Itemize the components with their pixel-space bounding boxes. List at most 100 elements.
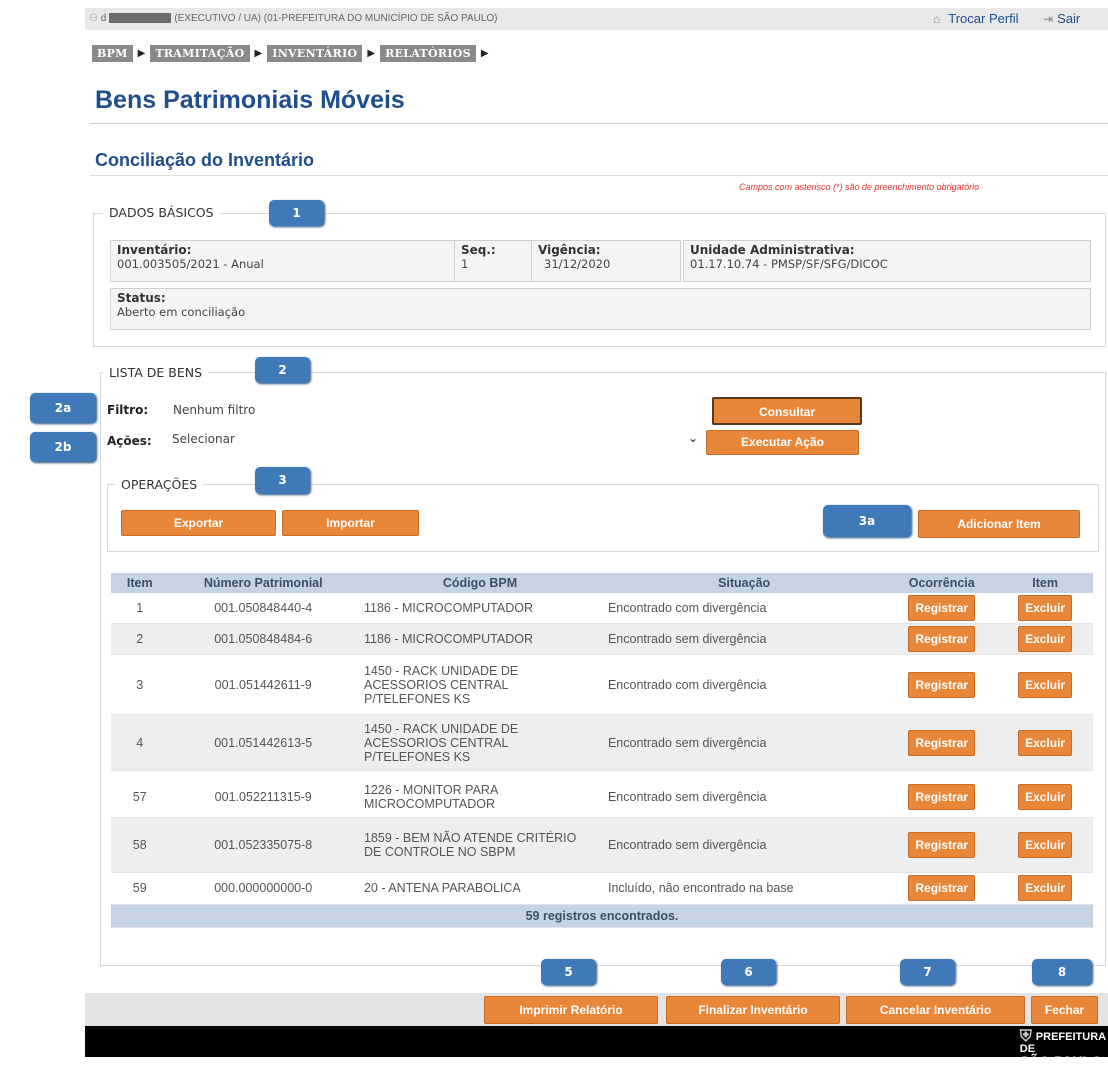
menu-item-bpm[interactable]: BPM: [92, 44, 133, 62]
registrar-button[interactable]: Registrar: [908, 595, 976, 621]
trocar-perfil-link[interactable]: ⌂ Trocar Perfil: [933, 11, 1019, 26]
registrar-button[interactable]: Registrar: [908, 671, 976, 698]
menu-item-relatorios[interactable]: RELATÓRIOS: [380, 44, 476, 62]
fechar-button[interactable]: Fechar: [1031, 996, 1098, 1024]
finalizar-inventario-button[interactable]: Finalizar Inventário: [666, 996, 840, 1024]
registrar-button[interactable]: Registrar: [908, 831, 976, 858]
vigencia-label: Vigência:: [538, 243, 601, 257]
main-menu: BPM ▶ TRAMITAÇÃO ▶ INVENTÁRIO ▶ RELATÓRIOS ▶: [92, 44, 489, 62]
excluir-button[interactable]: Excluir: [1018, 875, 1073, 901]
executar-acao-button[interactable]: Executar Ação: [706, 430, 859, 455]
bens-table: Item Número Patrimonial Código BPM Situa…: [111, 573, 1093, 928]
top-bar: ⚇ d (EXECUTIVO / UA) (01-PREFEITURA DO MU…: [85, 8, 1108, 30]
callout-badge-6: 6: [721, 959, 776, 985]
chevron-down-icon: ⌄: [687, 431, 698, 445]
cell-acao: Excluir: [997, 623, 1093, 655]
menu-arrow-icon: ▶: [480, 47, 489, 59]
redacted-user-name: [109, 13, 172, 24]
excluir-button[interactable]: Excluir: [1018, 783, 1073, 810]
cell-codigo: 1186 - MICROCOMPUTADOR: [357, 593, 602, 624]
excluir-button[interactable]: Excluir: [1018, 729, 1073, 756]
registrar-button[interactable]: Registrar: [908, 626, 976, 652]
table-row: 58 001.052335075-8 1859 - BEM NÃO ATENDE…: [111, 817, 1093, 873]
trocar-perfil-label: Trocar Perfil: [948, 11, 1019, 26]
cell-situacao: Encontrado sem divergência: [601, 714, 887, 771]
user-prefix: d: [100, 13, 107, 24]
user-info: ⚇ d (EXECUTIVO / UA) (01-PREFEITURA DO MU…: [89, 13, 498, 24]
table-row: 57 001.052211315-9 1226 - MONITOR PARA M…: [111, 777, 1093, 818]
footer-bar: [85, 1026, 1108, 1057]
seq-label: Seq.:: [461, 243, 496, 257]
page-title: Bens Patrimoniais Móveis: [95, 86, 405, 114]
menu-item-tramitacao[interactable]: TRAMITAÇÃO: [150, 44, 250, 62]
cell-ocorrencia: Registrar: [886, 623, 998, 655]
cell-acao: Excluir: [997, 872, 1093, 905]
col-header-item-action: Item: [997, 573, 1093, 593]
adicionar-item-button[interactable]: Adicionar Item: [918, 510, 1080, 538]
sair-link[interactable]: ⇥ Sair: [1043, 11, 1080, 26]
callout-badge-3a: 3a: [823, 505, 911, 537]
col-header-ocorrencia: Ocorrência: [886, 573, 998, 593]
cell-numero: 001.052335075-8: [168, 817, 358, 873]
callout-badge-2a: 2a: [30, 393, 96, 423]
user-icon: ⚇: [89, 13, 98, 24]
cell-numero: 000.000000000-0: [168, 872, 358, 905]
menu-arrow-icon: ▶: [367, 47, 376, 59]
vigencia-cell: Vigência: 31/12/2020: [531, 240, 681, 282]
cell-numero: 001.050848440-4: [168, 593, 358, 624]
excluir-button[interactable]: Excluir: [1018, 671, 1073, 698]
cell-item: 2: [111, 623, 169, 655]
registrar-button[interactable]: Registrar: [908, 875, 976, 901]
menu-arrow-icon: ▶: [137, 47, 146, 59]
exportar-button[interactable]: Exportar: [121, 510, 276, 536]
cell-situacao: Encontrado sem divergência: [601, 777, 887, 818]
cell-situacao: Encontrado sem divergência: [601, 623, 887, 655]
inventario-value: 001.003505/2021 - Anual: [117, 257, 264, 271]
excluir-button[interactable]: Excluir: [1018, 831, 1073, 858]
menu-item-inventario[interactable]: INVENTÁRIO: [267, 44, 363, 62]
importar-button[interactable]: Importar: [282, 510, 419, 536]
cell-numero: 001.051442613-5: [168, 714, 358, 771]
seq-cell: Seq.: 1: [454, 240, 538, 282]
unidade-value: 01.17.10.74 - PMSP/SF/SFG/DICOC: [690, 257, 888, 271]
cell-codigo: 1859 - BEM NÃO ATENDE CRITÉRIO DE CONTRO…: [357, 817, 602, 873]
table-header-row: Item Número Patrimonial Código BPM Situa…: [111, 573, 1093, 593]
cell-acao: Excluir: [997, 654, 1093, 715]
prefeitura-logo: ⛨ PREFEITURA DE SÃO PAULO: [1019, 1029, 1108, 1069]
callout-badge-5: 5: [541, 959, 596, 985]
inventario-cell: Inventário: 001.003505/2021 - Anual: [110, 240, 461, 282]
table-row: 59 000.000000000-0 20 - ANTENA PARABOLIC…: [111, 872, 1093, 905]
acoes-select[interactable]: Selecionar ⌄: [172, 429, 702, 451]
cell-item: 4: [111, 714, 169, 771]
excluir-button[interactable]: Excluir: [1018, 595, 1073, 621]
cancelar-inventario-button[interactable]: Cancelar Inventário: [846, 996, 1025, 1024]
cell-ocorrencia: Registrar: [886, 777, 998, 818]
status-label: Status:: [117, 291, 166, 305]
logo-line1: PREFEITURA DE: [1019, 1031, 1106, 1055]
cell-ocorrencia: Registrar: [886, 654, 998, 715]
required-fields-note: Campos com asterisco (*) são de preenchi…: [739, 182, 980, 192]
cell-situacao: Incluído, não encontrado na base: [601, 872, 887, 905]
records-found-count: 59 registros encontrados.: [111, 904, 1093, 928]
dados-basicos-legend: DADOS BÁSICOS: [103, 205, 220, 220]
cell-ocorrencia: Registrar: [886, 593, 998, 624]
status-value: Aberto em conciliação: [117, 305, 246, 319]
excluir-button[interactable]: Excluir: [1018, 626, 1073, 652]
menu-arrow-icon: ▶: [254, 47, 263, 59]
cell-codigo: 1450 - RACK UNIDADE DE ACESSORIOS CENTRA…: [357, 714, 602, 771]
callout-badge-8: 8: [1032, 959, 1092, 985]
table-footer-row: 59 registros encontrados.: [111, 904, 1093, 928]
unidade-label: Unidade Administrativa:: [690, 243, 855, 257]
col-header-situacao: Situação: [601, 573, 887, 593]
registrar-button[interactable]: Registrar: [908, 783, 976, 810]
profile-icon: ⌂: [933, 12, 941, 26]
callout-badge-1: 1: [269, 200, 324, 226]
imprimir-relatorio-button[interactable]: Imprimir Relatório: [484, 996, 658, 1024]
status-cell: Status: Aberto em conciliação: [110, 288, 1091, 330]
cell-codigo: 1226 - MONITOR PARA MICROCOMPUTADOR: [357, 777, 602, 818]
col-header-numero: Número Patrimonial: [168, 573, 358, 593]
acoes-label: Ações:: [107, 434, 152, 448]
filtro-label: Filtro:: [107, 403, 149, 417]
consultar-button[interactable]: Consultar: [712, 397, 862, 425]
registrar-button[interactable]: Registrar: [908, 729, 976, 756]
